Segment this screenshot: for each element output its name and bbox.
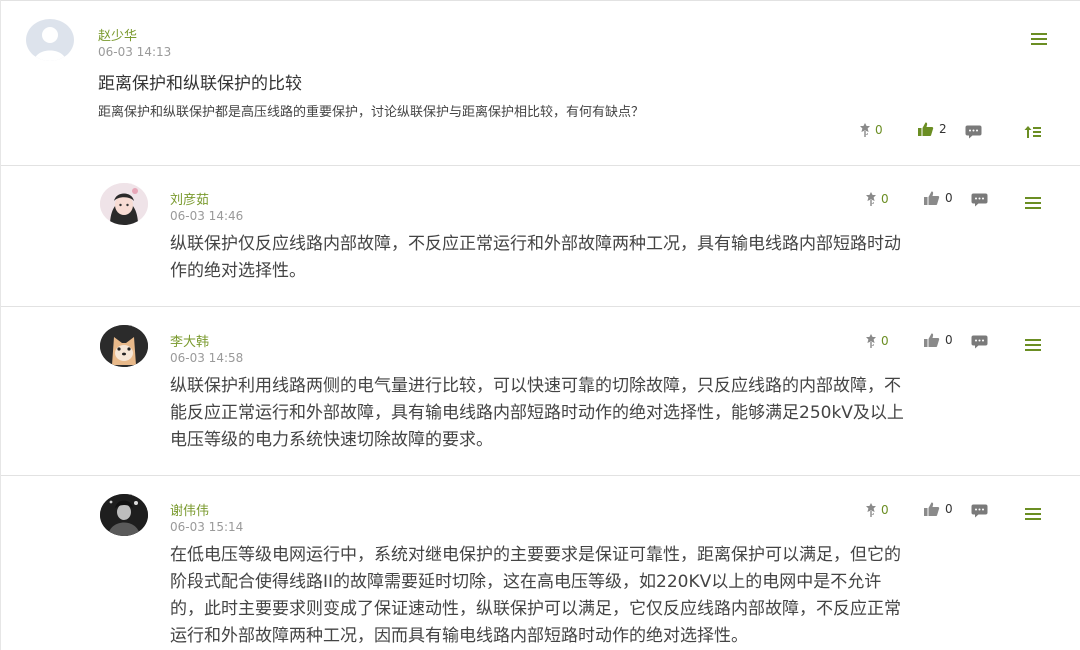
- comment-icon: [965, 125, 982, 139]
- reply-line: 的，此时主要要求则变成了保证速动性，纵联保护可以满足，它仅反应线路内部故障，不反…: [170, 599, 901, 619]
- reply-line: 纵联保护利用线路两侧的电气量进行比较，可以快速可靠的切除故障，只反应线路的内部故…: [170, 376, 901, 396]
- flower-icon: [863, 502, 879, 518]
- discussion-thread: 赵少华 06-03 14:13 距离保护和纵联保护的比较 距离保护和纵联保护都是…: [0, 0, 1080, 650]
- thumbs-up-icon: [917, 121, 934, 137]
- reply-body: 纵联保护仅反应线路内部故障，不反应正常运行和外部故障两种工况，具有输电线路内部短…: [170, 231, 901, 285]
- divider: [1, 0, 1080, 1]
- comment-button[interactable]: [971, 504, 988, 518]
- reply-line: 电压等级的电力系统快速切除故障的要求。: [170, 430, 493, 450]
- reply-author[interactable]: 刘彦茹: [170, 189, 209, 208]
- sort-button[interactable]: [1024, 125, 1042, 139]
- thumbs-up-icon: [923, 190, 940, 206]
- menu-icon[interactable]: [1025, 508, 1041, 520]
- comment-button[interactable]: [971, 335, 988, 349]
- flower-button[interactable]: 0: [857, 122, 883, 138]
- post-author[interactable]: 赵少华: [98, 25, 137, 44]
- sort-icon: [1024, 125, 1042, 139]
- divider: [1, 475, 1080, 476]
- reply-line: 运行和外部故障两种工况，因而具有输电线路内部短路时动作的绝对选择性。: [170, 626, 748, 646]
- avatar[interactable]: [26, 19, 74, 61]
- like-count: 0: [945, 502, 953, 516]
- avatar[interactable]: [100, 325, 148, 367]
- like-button[interactable]: 0: [923, 190, 953, 206]
- menu-icon[interactable]: [1025, 339, 1041, 351]
- like-button[interactable]: 0: [923, 332, 953, 348]
- flower-icon: [863, 191, 879, 207]
- reply-author[interactable]: 谢伟伟: [170, 500, 209, 519]
- like-count: 0: [945, 333, 953, 347]
- comment-icon: [971, 504, 988, 518]
- thumbs-up-icon: [923, 332, 940, 348]
- flower-icon: [863, 333, 879, 349]
- reply-line: 能反应正常运行和外部故障，具有输电线路内部短路时动作的绝对选择性，能够满足250…: [170, 403, 904, 423]
- reply-line: 在低电压等级电网运行中，系统对继电保护的主要要求是保证可靠性，距离保护可以满足，…: [170, 545, 901, 565]
- reply-time: 06-03 14:46: [170, 209, 244, 223]
- flower-count: 0: [881, 334, 889, 348]
- divider: [1, 306, 1080, 307]
- flower-count: 0: [881, 192, 889, 206]
- reply-body: 纵联保护利用线路两侧的电气量进行比较，可以快速可靠的切除故障，只反应线路的内部故…: [170, 373, 904, 454]
- reply-time: 06-03 14:58: [170, 351, 244, 365]
- reply-line: 纵联保护仅反应线路内部故障，不反应正常运行和外部故障两种工况，具有输电线路内部短…: [170, 234, 901, 254]
- like-count: 2: [939, 122, 947, 136]
- flower-button[interactable]: 0: [863, 502, 889, 518]
- flower-count: 0: [881, 503, 889, 517]
- like-button[interactable]: 2: [917, 121, 947, 137]
- menu-icon[interactable]: [1031, 33, 1047, 45]
- avatar[interactable]: [100, 494, 148, 536]
- reply-time: 06-03 15:14: [170, 520, 244, 534]
- comment-icon: [971, 335, 988, 349]
- menu-icon[interactable]: [1025, 197, 1041, 209]
- flower-count: 0: [875, 123, 883, 137]
- post-time: 06-03 14:13: [98, 45, 172, 59]
- comment-button[interactable]: [965, 125, 982, 139]
- like-button[interactable]: 0: [923, 501, 953, 517]
- divider: [1, 165, 1080, 166]
- avatar[interactable]: [100, 183, 148, 225]
- comment-icon: [971, 193, 988, 207]
- post-description: 距离保护和纵联保护都是高压线路的重要保护，讨论纵联保护与距离保护相比较，有何有缺…: [98, 105, 645, 120]
- reply-author[interactable]: 李大韩: [170, 331, 209, 350]
- comment-button[interactable]: [971, 193, 988, 207]
- flower-icon: [857, 122, 873, 138]
- flower-button[interactable]: 0: [863, 333, 889, 349]
- like-count: 0: [945, 191, 953, 205]
- reply-line: 作的绝对选择性。: [170, 261, 306, 281]
- flower-button[interactable]: 0: [863, 191, 889, 207]
- reply-body: 在低电压等级电网运行中，系统对继电保护的主要要求是保证可靠性，距离保护可以满足，…: [170, 542, 901, 650]
- thumbs-up-icon: [923, 501, 940, 517]
- reply-line: 阶段式配合使得线路II的故障需要延时切除，这在高电压等级，如220KV以上的电网…: [170, 572, 882, 592]
- post-title: 距离保护和纵联保护的比较: [98, 74, 302, 94]
